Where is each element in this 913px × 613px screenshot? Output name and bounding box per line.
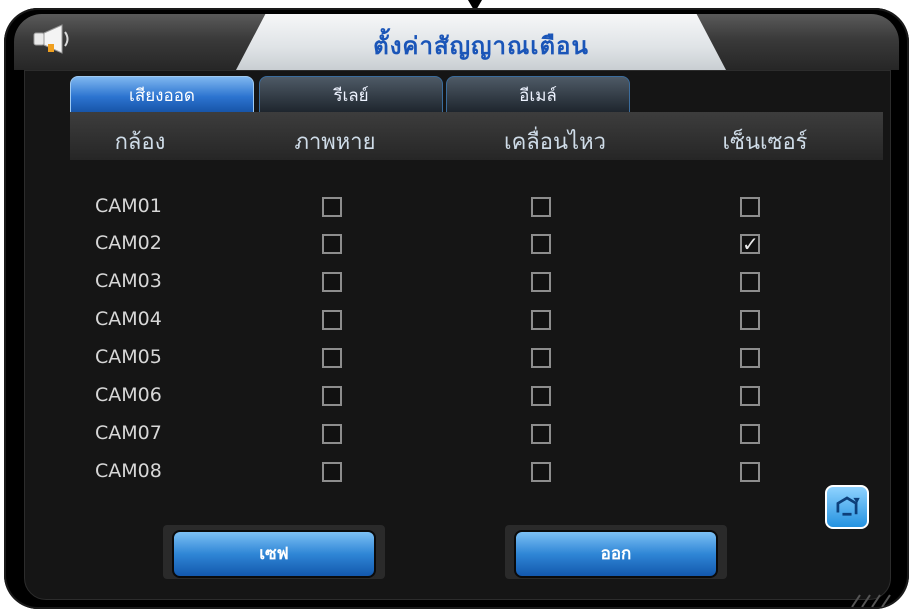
- checkbox-sensor[interactable]: [740, 310, 760, 330]
- column-header-motion: เคลื่อนไหว: [504, 130, 606, 155]
- checkbox-sensor[interactable]: [740, 462, 760, 482]
- checkbox-video-loss[interactable]: [322, 386, 342, 406]
- megaphone-icon: [33, 24, 69, 54]
- checkbox-sensor[interactable]: ✓: [740, 234, 760, 254]
- checkbox-video-loss[interactable]: [322, 424, 342, 444]
- checkbox-video-loss[interactable]: [322, 462, 342, 482]
- checkbox-sensor[interactable]: [740, 386, 760, 406]
- checkbox-motion[interactable]: [531, 424, 551, 444]
- checkbox-video-loss[interactable]: [322, 197, 342, 217]
- exit-button[interactable]: ออก: [514, 530, 718, 578]
- checkbox-video-loss[interactable]: [322, 348, 342, 368]
- checkbox-motion[interactable]: [531, 462, 551, 482]
- checkbox-motion[interactable]: [531, 310, 551, 330]
- tab-buzzer[interactable]: เสียงออด: [70, 76, 254, 114]
- checkbox-motion[interactable]: [531, 197, 551, 217]
- camera-label: CAM05: [95, 346, 162, 368]
- tab-email[interactable]: อีเมล์: [446, 76, 630, 114]
- checkbox-video-loss[interactable]: [322, 272, 342, 292]
- column-header-sensor: เซ็นเซอร์: [722, 130, 808, 155]
- checkbox-video-loss[interactable]: [322, 234, 342, 254]
- column-header-camera: กล้อง: [114, 130, 166, 155]
- camera-label: CAM06: [95, 384, 162, 406]
- checkbox-video-loss[interactable]: [322, 310, 342, 330]
- checkbox-motion[interactable]: [531, 386, 551, 406]
- checkbox-sensor[interactable]: [740, 424, 760, 444]
- tab-relay[interactable]: รีเลย์: [259, 76, 443, 114]
- checkbox-motion[interactable]: [531, 272, 551, 292]
- camera-label: CAM03: [95, 270, 162, 292]
- camera-label: CAM07: [95, 422, 162, 444]
- checkbox-sensor[interactable]: [740, 272, 760, 292]
- camera-label: CAM04: [95, 308, 162, 330]
- resize-grip-icon[interactable]: [842, 593, 892, 607]
- checkbox-sensor[interactable]: [740, 197, 760, 217]
- window-title: ตั้งค่าสัญญาณเตือน: [373, 32, 589, 60]
- camera-label: CAM02: [95, 232, 162, 254]
- checkbox-sensor[interactable]: [740, 348, 760, 368]
- column-header-video-loss: ภาพหาย: [294, 130, 376, 155]
- checkbox-motion[interactable]: [531, 348, 551, 368]
- camera-label: CAM01: [95, 195, 162, 217]
- checkbox-motion[interactable]: [531, 234, 551, 254]
- refresh-icon[interactable]: [825, 485, 869, 529]
- camera-label: CAM08: [95, 460, 162, 482]
- save-button[interactable]: เซฟ: [172, 530, 376, 578]
